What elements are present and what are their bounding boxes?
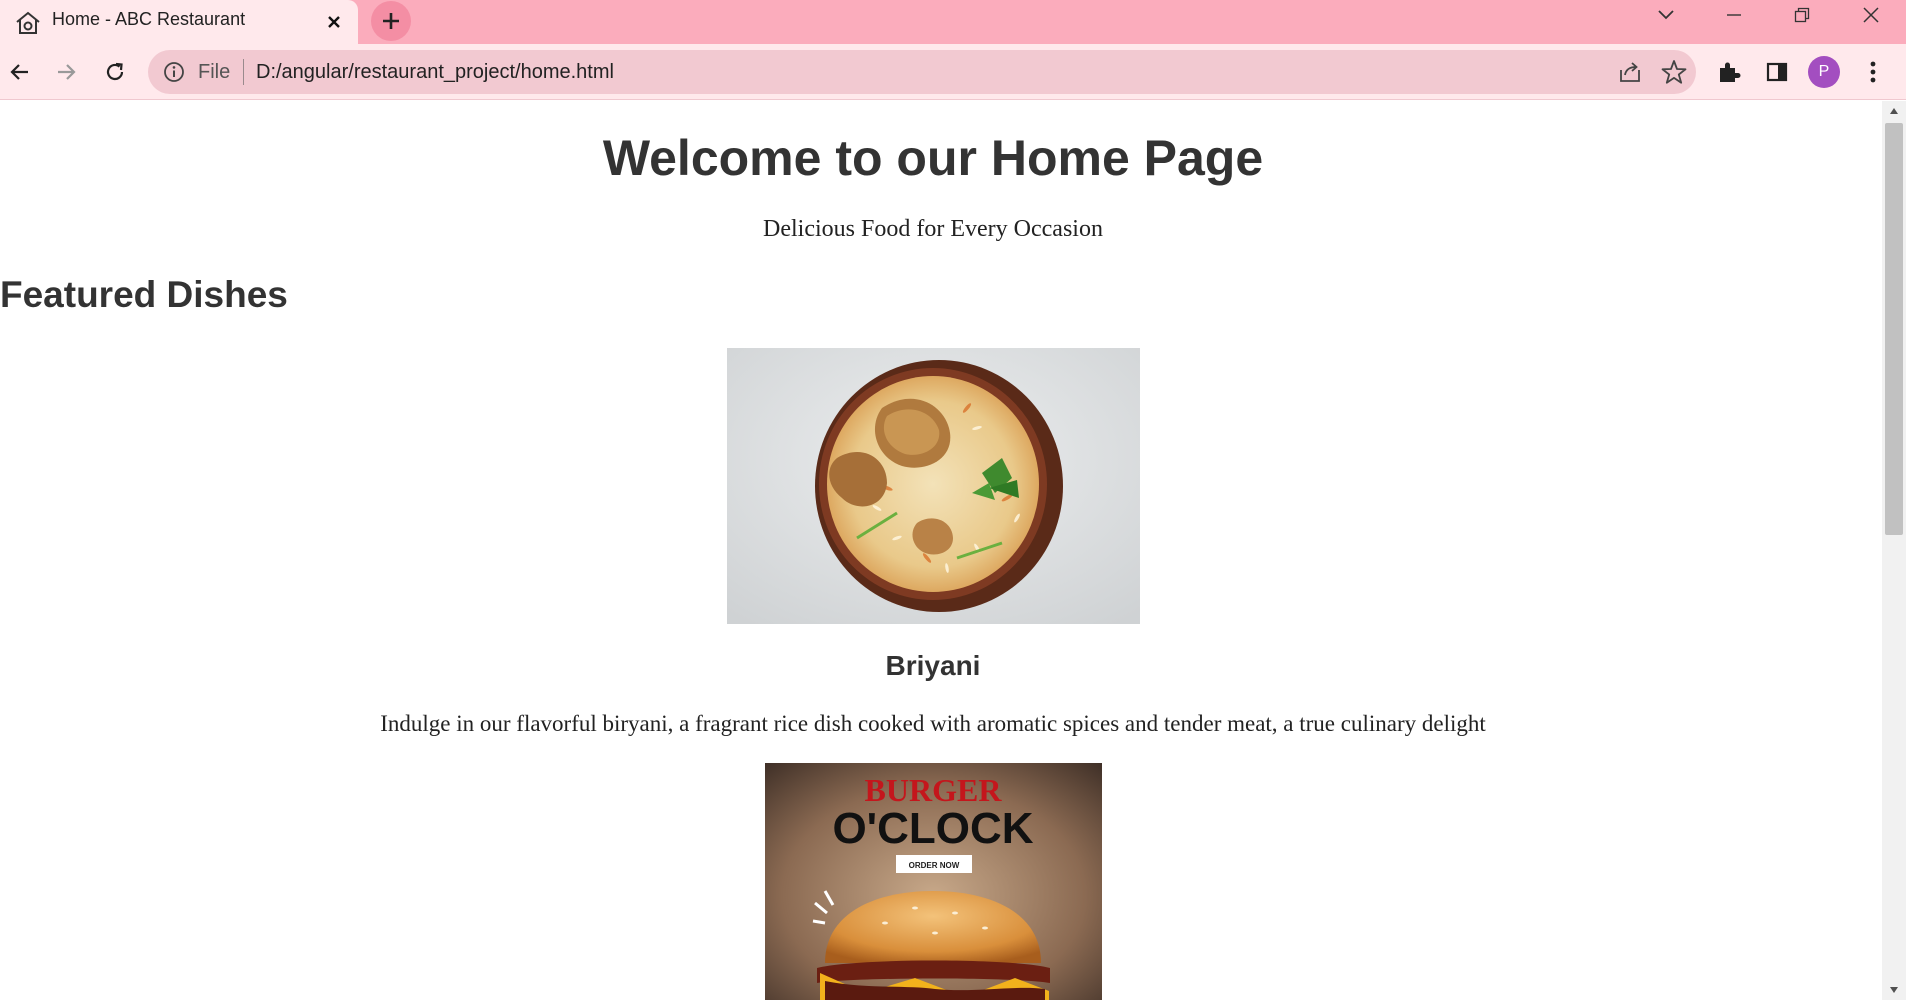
reload-button[interactable] [95, 52, 135, 92]
star-icon[interactable] [1660, 58, 1688, 86]
biryani-image [727, 348, 1140, 624]
browser-title-bar: Home - ABC Restaurant [0, 0, 1906, 44]
reload-icon [106, 62, 124, 81]
scroll-down-button[interactable] [1882, 980, 1906, 1000]
browser-tab-active[interactable]: Home - ABC Restaurant [0, 0, 358, 44]
restore-icon [1794, 7, 1810, 23]
dish-name-briyani: Briyani [885, 650, 981, 681]
window-close-button[interactable] [1843, 0, 1899, 30]
address-divider [243, 59, 244, 85]
page-tagline: Delicious Food for Every Occasion [763, 216, 1103, 242]
share-icon[interactable] [1616, 58, 1644, 86]
close-icon [328, 16, 340, 28]
extensions-button[interactable] [1709, 52, 1749, 92]
arrow-up-icon [1890, 108, 1898, 114]
info-icon[interactable] [162, 60, 186, 84]
browser-toolbar: File D:/angular/restaurant_project/home.… [0, 44, 1906, 100]
page-title: Welcome to our Home Page [602, 130, 1264, 186]
address-bar[interactable]: File D:/angular/restaurant_project/home.… [148, 50, 1696, 94]
side-panel-button[interactable] [1757, 52, 1797, 92]
poster-order-now-label: ORDER NOW [909, 861, 960, 870]
poster-title-line-2: O'CLOCK [832, 804, 1033, 853]
back-button[interactable] [0, 52, 40, 92]
minimize-button[interactable] [1706, 0, 1762, 30]
url-text[interactable]: D:/angular/restaurant_project/home.html [256, 61, 614, 84]
profile-avatar[interactable]: P [1808, 56, 1840, 88]
kebab-menu-icon [1870, 61, 1876, 83]
burger-image: BURGER O'CLOCK ORDER NOW [765, 763, 1102, 1000]
chevron-down-icon [1658, 10, 1674, 20]
tab-search-button[interactable] [1638, 0, 1694, 30]
arrow-right-icon [58, 64, 76, 80]
side-panel-icon [1766, 62, 1788, 82]
plus-icon [383, 13, 399, 29]
new-tab-button[interactable] [371, 1, 411, 41]
scroll-thumb[interactable] [1885, 123, 1903, 535]
restore-button[interactable] [1774, 0, 1830, 30]
home-icon [16, 11, 40, 34]
arrow-down-icon [1890, 987, 1898, 993]
featured-dishes-heading: Featured Dishes [0, 274, 288, 315]
dish-description-briyani: Indulge in our flavorful biryani, a frag… [380, 711, 1486, 736]
arrow-left-icon [10, 64, 28, 80]
scroll-up-button[interactable] [1882, 101, 1906, 121]
page-viewport: Welcome to our Home Page Delicious Food … [0, 101, 1882, 1000]
poster-title-line-1: BURGER [865, 772, 1003, 808]
puzzle-icon [1720, 62, 1741, 82]
minimize-icon [1727, 14, 1741, 16]
menu-button[interactable] [1853, 52, 1893, 92]
tab-title: Home - ABC Restaurant [52, 9, 246, 29]
forward-button[interactable] [46, 52, 86, 92]
close-icon [1863, 7, 1879, 23]
tab-close-button[interactable] [318, 6, 350, 38]
url-scheme-label: File [198, 61, 231, 83]
page-scrollbar[interactable] [1882, 101, 1906, 1000]
